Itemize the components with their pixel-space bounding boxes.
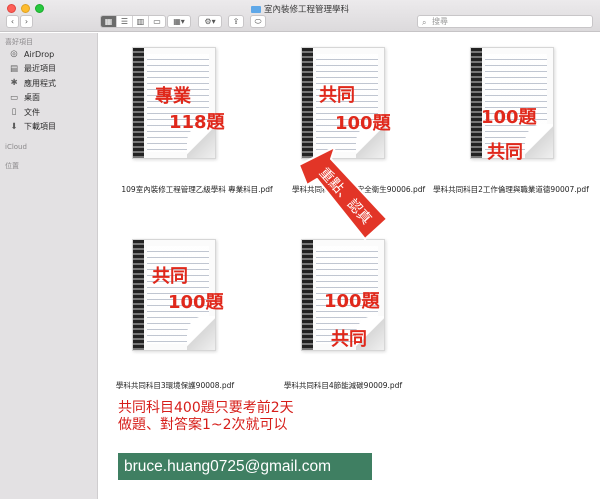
file-name[interactable]: 學科共同科目2工作倫理與職業道德90007.pdf	[425, 184, 597, 195]
gallery-view-icon[interactable]: ▭	[149, 16, 165, 27]
red-arrow-annotation: 重點、認真	[298, 147, 388, 240]
annotation-label: 共同	[152, 266, 188, 287]
sidebar-item-desktop[interactable]: ▭ 桌面	[0, 91, 97, 106]
sidebar-item-recents[interactable]: ▤ 最近項目	[0, 62, 97, 77]
search-field[interactable]: ⌕ 搜尋	[417, 15, 593, 28]
search-icon: ⌕	[422, 18, 427, 27]
list-view-icon[interactable]: ☰	[117, 16, 133, 27]
page-curl	[525, 124, 553, 158]
action-gear-button[interactable]: ⚙▾	[198, 15, 222, 28]
toolbar: 室內裝修工程管理學科 ‹ › ▦ ☰ ▥ ▭ ▦▾ ⚙▾ ⇪ ⬭ ⌕ 搜尋	[0, 0, 600, 32]
sidebar-item-applications[interactable]: ✱ 應用程式	[0, 76, 97, 91]
downloads-icon: ⬇	[10, 121, 18, 132]
column-view-icon[interactable]: ▥	[133, 16, 149, 27]
file-name[interactable]: 109室內裝修工程管理乙級學科 專業科目.pdf	[107, 184, 287, 195]
annotation-label: 專業	[155, 86, 191, 107]
sidebar: 喜好項目 ◎ AirDrop ▤ 最近項目 ✱ 應用程式 ▭ 桌面 ▯ 文件 ⬇…	[0, 33, 98, 499]
sidebar-section-locations: 位置	[5, 162, 19, 170]
icon-view-icon[interactable]: ▦	[101, 16, 117, 27]
forward-button[interactable]: ›	[20, 15, 33, 28]
sidebar-item-label: AirDrop	[24, 49, 55, 59]
note-text: 共同科目400題只要考前2天 做題、對答案1~2次就可以	[118, 400, 378, 434]
group-by-button[interactable]: ▦▾	[167, 15, 191, 28]
sidebar-item-label: 下載項目	[24, 122, 56, 132]
sidebar-item-label: 文件	[24, 107, 40, 117]
folder-icon	[250, 6, 261, 13]
tags-button[interactable]: ⬭	[250, 15, 266, 28]
sidebar-section-icloud: iCloud	[5, 143, 27, 151]
sidebar-item-airdrop[interactable]: ◎ AirDrop	[0, 47, 97, 62]
sidebar-item-downloads[interactable]: ⬇ 下載項目	[0, 120, 97, 135]
page-curl	[187, 316, 215, 350]
desktop-icon: ▭	[9, 92, 19, 103]
window-title: 室內裝修工程管理學科	[0, 3, 600, 15]
spiral-binding	[133, 240, 144, 350]
annotation-label: 100題	[324, 291, 380, 312]
file-name[interactable]: 學科共同科目3環境保護90008.pdf	[112, 380, 238, 391]
back-button[interactable]: ‹	[6, 15, 19, 28]
annotation-label: 100題	[168, 292, 224, 313]
note-line-1: 共同科目400題只要考前2天	[118, 400, 294, 416]
file-name[interactable]: 學科共同科目4節能減碳90009.pdf	[280, 380, 406, 391]
annotation-label: 共同	[331, 329, 367, 350]
email-banner: bruce.huang0725@gmail.com	[118, 453, 372, 480]
view-mode-control: ▦ ☰ ▥ ▭	[100, 15, 166, 28]
annotation-label: 100題	[335, 113, 391, 134]
sidebar-item-label: 應用程式	[24, 78, 56, 88]
documents-icon: ▯	[11, 107, 17, 118]
finder-window: 室內裝修工程管理學科 ‹ › ▦ ☰ ▥ ▭ ▦▾ ⚙▾ ⇪ ⬭ ⌕ 搜尋 喜好…	[0, 0, 600, 499]
spiral-binding	[302, 48, 313, 158]
recents-icon: ▤	[9, 63, 19, 74]
annotation-label: 100題	[481, 107, 537, 128]
share-button[interactable]: ⇪	[228, 15, 244, 28]
window-title-text: 室內裝修工程管理學科	[263, 5, 349, 15]
search-placeholder: 搜尋	[432, 17, 448, 26]
note-line-2: 做題、對答案1~2次就可以	[118, 417, 288, 433]
airdrop-icon: ◎	[10, 49, 18, 60]
annotation-label: 共同	[487, 142, 523, 163]
sidebar-section-favorites: 喜好項目	[5, 38, 33, 46]
sidebar-item-documents[interactable]: ▯ 文件	[0, 105, 97, 120]
sidebar-item-label: 最近項目	[24, 64, 56, 74]
sidebar-item-label: 桌面	[24, 93, 40, 103]
spiral-binding	[302, 240, 313, 350]
annotation-label: 118題	[169, 112, 225, 133]
spiral-binding	[133, 48, 144, 158]
applications-icon: ✱	[10, 78, 18, 89]
annotation-label: 共同	[319, 85, 355, 106]
